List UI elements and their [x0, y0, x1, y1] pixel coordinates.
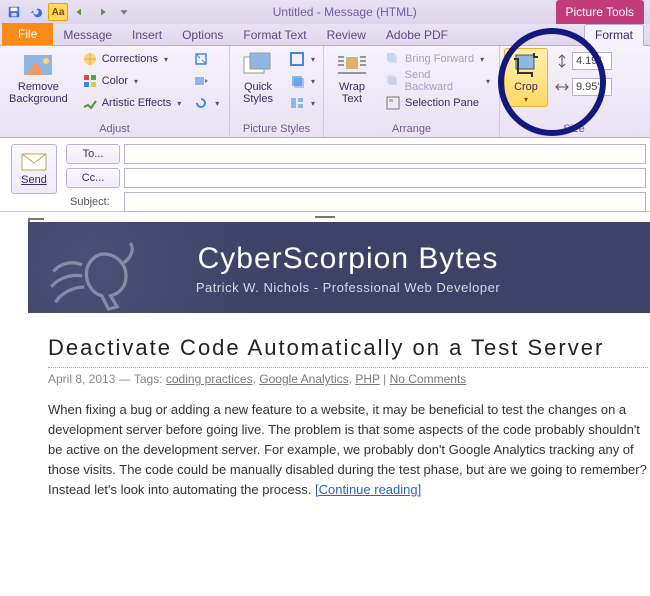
quick-access-toolbar: Aa	[4, 3, 134, 21]
save-icon[interactable]	[4, 3, 24, 21]
width-input[interactable]: 9.95"	[572, 78, 612, 96]
tab-message[interactable]: Message	[53, 25, 122, 45]
previous-item-icon[interactable]	[70, 3, 90, 21]
group-label-adjust: Adjust	[4, 122, 225, 137]
crop-button[interactable]: Crop ▾	[504, 48, 548, 107]
picture-border-button[interactable]: ▾	[284, 48, 320, 70]
continue-reading-link[interactable]: [Continue reading]	[315, 482, 421, 497]
banner: CyberScorpion Bytes Patrick W. Nichols -…	[28, 222, 650, 313]
scorpion-logo	[38, 232, 148, 342]
width-input-row: 9.95"	[554, 76, 612, 98]
tag-link[interactable]: PHP	[355, 372, 379, 386]
reset-picture-button[interactable]: ▾	[188, 92, 224, 114]
quick-styles-button[interactable]: Quick Styles	[234, 48, 282, 108]
touch-mode-icon[interactable]: Aa	[48, 3, 68, 21]
picture-effects-button[interactable]: ▾	[284, 70, 320, 92]
corrections-button[interactable]: Corrections▾	[77, 48, 187, 70]
contextual-tab-picture-tools: Picture Tools	[556, 0, 644, 24]
cc-button[interactable]: Cc...	[66, 168, 120, 188]
compress-pictures-button[interactable]	[188, 48, 224, 70]
article-body: When fixing a bug or adding a new featur…	[48, 400, 648, 500]
tab-options[interactable]: Options	[172, 25, 233, 45]
bring-forward-button: Bring Forward▾	[380, 48, 495, 70]
artistic-effects-button[interactable]: Artistic Effects▾	[77, 92, 187, 114]
subject-label: Subject:	[66, 196, 120, 208]
comments-link[interactable]: No Comments	[390, 372, 467, 386]
to-field[interactable]	[124, 144, 646, 164]
send-button[interactable]: Send	[11, 144, 57, 194]
height-icon	[554, 53, 570, 69]
ribbon: Remove Background Corrections▾ Color▾ Ar…	[0, 46, 650, 138]
tab-insert[interactable]: Insert	[122, 25, 172, 45]
tab-adobe-pdf[interactable]: Adobe PDF	[376, 25, 458, 45]
change-picture-button[interactable]	[188, 70, 224, 92]
group-arrange: Wrap Text Bring Forward▾ Send Backward▾ …	[324, 46, 500, 137]
qat-customize-icon[interactable]	[114, 3, 134, 21]
send-backward-button: Send Backward▾	[380, 70, 495, 92]
wrap-text-button[interactable]: Wrap Text	[328, 48, 376, 108]
group-label-picture-styles: Picture Styles	[234, 122, 319, 137]
tag-link[interactable]: coding practices	[166, 372, 253, 386]
ribbon-tabs: File Message Insert Options Format Text …	[0, 24, 650, 46]
cc-field[interactable]	[124, 168, 646, 188]
subject-field[interactable]	[124, 192, 646, 212]
tab-review[interactable]: Review	[317, 25, 376, 45]
selection-pane-button[interactable]: Selection Pane	[380, 92, 495, 114]
message-body[interactable]: CyberScorpion Bytes Patrick W. Nichols -…	[0, 212, 650, 596]
tab-format[interactable]: Format	[584, 24, 644, 46]
height-input[interactable]: 4.19"	[572, 52, 612, 70]
tab-format-text[interactable]: Format Text	[233, 25, 316, 45]
next-item-icon[interactable]	[92, 3, 112, 21]
to-button[interactable]: To...	[66, 144, 120, 164]
width-icon	[554, 79, 570, 95]
group-adjust: Remove Background Corrections▾ Color▾ Ar…	[0, 46, 230, 137]
compose-header: Send To... Cc... Subject:	[0, 138, 650, 212]
group-label-arrange: Arrange	[328, 122, 495, 137]
envelope-icon	[20, 152, 48, 172]
remove-background-button[interactable]: Remove Background	[4, 48, 73, 108]
group-label-size: Size	[504, 122, 644, 137]
group-picture-styles: Quick Styles ▾ ▾ ▾ Picture Styles	[230, 46, 324, 137]
height-input-row: 4.19"	[554, 50, 612, 72]
picture-layout-button[interactable]: ▾	[284, 92, 320, 114]
undo-icon[interactable]	[26, 3, 46, 21]
color-button[interactable]: Color▾	[77, 70, 187, 92]
tab-file[interactable]: File	[2, 23, 53, 45]
title-bar: Aa Untitled - Message (HTML) Picture Too…	[0, 0, 650, 24]
article-meta: April 8, 2013 — Tags: coding practices, …	[48, 372, 648, 386]
tag-link[interactable]: Google Analytics	[259, 372, 348, 386]
group-size: Crop ▾ 4.19" 9.95" Size	[500, 46, 648, 137]
window-title: Untitled - Message (HTML)	[134, 5, 556, 19]
